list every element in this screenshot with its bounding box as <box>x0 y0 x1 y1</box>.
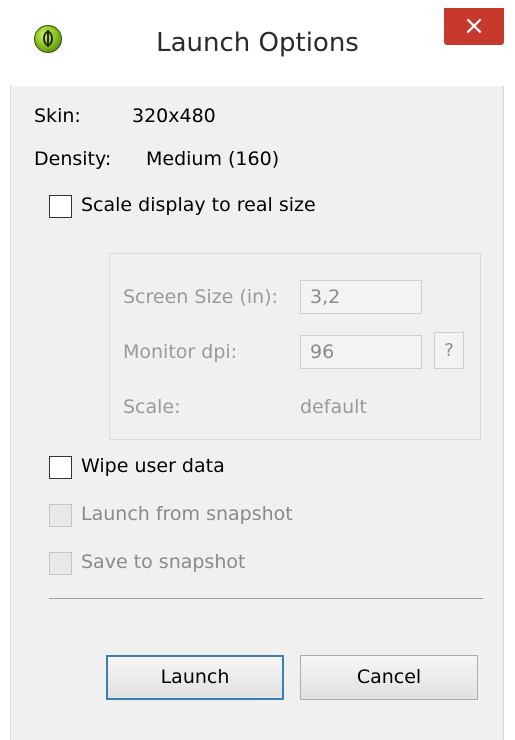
dpi-help-button[interactable]: ? <box>434 332 464 369</box>
dialog-content: Skin: 320x480 Density: Medium (160) Scal… <box>10 86 504 740</box>
screen-size-label: Screen Size (in): <box>123 286 278 308</box>
close-icon[interactable]: × <box>444 8 504 45</box>
wipe-user-data-label: Wipe user data <box>81 455 225 477</box>
save-to-snapshot-label: Save to snapshot <box>81 551 246 573</box>
cancel-button[interactable]: Cancel <box>300 655 478 700</box>
scale-display-label: Scale display to real size <box>81 194 316 216</box>
launch-options-dialog: Launch Options × Skin: 320x480 Density: … <box>0 0 515 740</box>
scale-value: default <box>300 396 367 418</box>
launch-from-snapshot-label: Launch from snapshot <box>81 503 293 525</box>
title-bar[interactable]: Launch Options × <box>0 0 515 86</box>
separator <box>49 598 483 599</box>
skin-value: 320x480 <box>132 105 216 127</box>
screen-size-input[interactable]: 3,2 <box>300 280 422 314</box>
monitor-dpi-input[interactable]: 96 <box>300 335 422 369</box>
density-label: Density: <box>34 148 112 170</box>
monitor-dpi-label: Monitor dpi: <box>123 341 238 363</box>
save-to-snapshot-checkbox <box>49 552 72 575</box>
wipe-user-data-checkbox[interactable] <box>49 456 72 479</box>
scale-display-checkbox[interactable] <box>49 195 72 218</box>
density-value: Medium (160) <box>146 148 280 170</box>
launch-button[interactable]: Launch <box>106 655 284 700</box>
scale-settings-group: Screen Size (in): 3,2 Monitor dpi: 96 ? … <box>109 253 481 440</box>
window-title: Launch Options <box>156 28 359 58</box>
skin-label: Skin: <box>34 105 81 127</box>
launch-from-snapshot-checkbox <box>49 504 72 527</box>
scale-label: Scale: <box>123 396 181 418</box>
